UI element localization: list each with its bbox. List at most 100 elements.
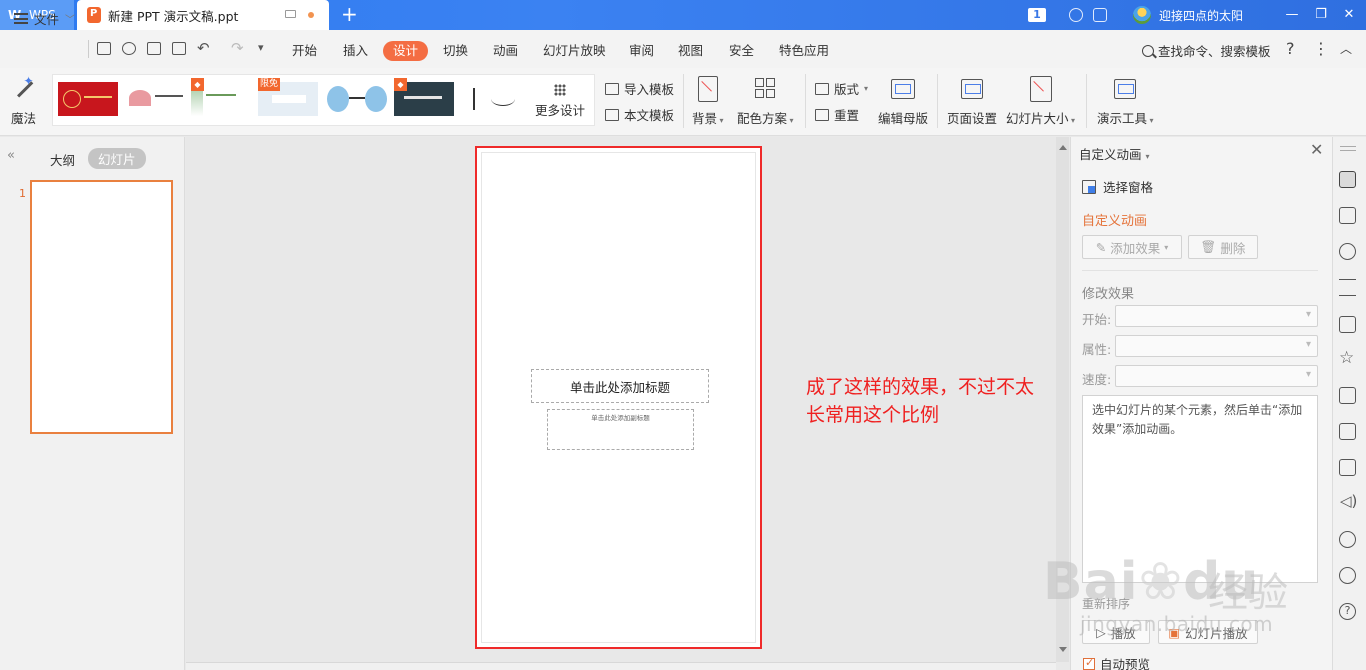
start-select[interactable] <box>1115 305 1318 327</box>
user-account[interactable]: 迎接四点的太阳 <box>1133 0 1243 30</box>
file-menu-label: 文件 <box>34 12 60 27</box>
picture-icon[interactable] <box>1339 316 1356 333</box>
section-title: 自定义动画 <box>1082 214 1148 229</box>
save-icon[interactable] <box>97 42 111 55</box>
caret-icon: ▾ <box>717 116 724 125</box>
more-designs-button[interactable]: 更多设计 <box>535 84 585 119</box>
tab-special-apps[interactable]: 特色应用 <box>779 41 829 61</box>
sync-icon[interactable] <box>1069 8 1083 22</box>
help-icon[interactable]: ? <box>1286 39 1295 58</box>
archive-icon[interactable] <box>1339 387 1356 404</box>
more-design-label: 更多设计 <box>535 103 586 118</box>
scroll-up-icon[interactable] <box>1059 145 1067 150</box>
minimize-icon[interactable]: — <box>1284 7 1300 22</box>
template-thumb[interactable] <box>327 82 387 116</box>
slide-size-button[interactable]: 幻灯片大小 ▾ <box>1006 76 1075 127</box>
page-count-badge[interactable]: 1 <box>1028 0 1046 30</box>
tab-design[interactable]: 设计 <box>383 41 429 61</box>
divider <box>937 74 938 128</box>
page-setup-button[interactable]: 页面设置 <box>947 76 997 127</box>
tab-slides[interactable]: 幻灯片 <box>88 148 146 169</box>
avatar <box>1133 6 1151 24</box>
document-tab[interactable]: 新建 PPT 演示文稿.ppt <box>77 0 329 30</box>
delete-button[interactable]: 🗑 删除 <box>1188 235 1258 259</box>
command-search[interactable]: 查找命令、搜索模板 <box>1142 41 1271 60</box>
quick-access-dropdown-icon[interactable]: ▾ <box>258 41 264 54</box>
grid-icon <box>554 84 566 96</box>
history-icon[interactable] <box>1339 567 1356 584</box>
layout-button[interactable]: 版式 ▾ <box>815 79 868 98</box>
properties-icon[interactable] <box>1339 279 1356 296</box>
image-icon[interactable] <box>1339 459 1356 476</box>
title-placeholder[interactable]: 单击此处添加标题 <box>531 369 709 403</box>
import-icon <box>605 82 619 95</box>
circle-decoration <box>327 86 349 112</box>
auto-preview-checkbox[interactable]: 自动预览 <box>1083 654 1150 670</box>
close-icon[interactable]: ✕ <box>1310 140 1323 159</box>
this-template-button[interactable]: 本文模板 <box>605 105 674 124</box>
tab-review[interactable]: 审阅 <box>629 41 654 61</box>
tab-security[interactable]: 安全 <box>729 41 754 61</box>
tab-transition[interactable]: 切换 <box>443 41 468 61</box>
slide-thumbnail[interactable] <box>30 180 173 434</box>
template-thumb[interactable]: ◆ <box>394 78 454 116</box>
scroll-down-icon[interactable] <box>1059 647 1067 652</box>
close-window-icon[interactable]: ✕ <box>1341 7 1357 22</box>
restore-icon[interactable]: ❐ <box>1313 7 1329 22</box>
tab-view[interactable]: 视图 <box>678 41 703 61</box>
audio-icon[interactable]: ◁) <box>1340 492 1357 510</box>
monitor-icon[interactable] <box>285 10 296 18</box>
auto-preview-label: 自动预览 <box>1100 657 1151 670</box>
redo-icon[interactable]: ↷ <box>231 39 244 57</box>
tab-insert[interactable]: 插入 <box>343 41 368 61</box>
slide-size-icon <box>1029 76 1052 102</box>
decoration <box>155 95 183 97</box>
collapse-panel-icon[interactable]: « <box>7 148 15 163</box>
template-thumb[interactable] <box>463 82 523 116</box>
color-scheme-button[interactable]: 配色方案 ▾ <box>737 76 794 127</box>
divider <box>805 74 806 128</box>
new-tab-button[interactable]: + <box>341 4 358 24</box>
tab-start[interactable]: 开始 <box>292 41 317 61</box>
skin-icon[interactable] <box>1093 8 1107 22</box>
slide-transition-icon[interactable] <box>1339 207 1356 224</box>
print-icon[interactable] <box>147 42 161 55</box>
tab-animation[interactable]: 动画 <box>493 41 518 61</box>
collapse-ribbon-icon[interactable]: ︿ <box>1340 40 1352 57</box>
present-tools-button[interactable]: 演示工具 ▾ <box>1097 76 1154 127</box>
property-select[interactable] <box>1115 335 1318 357</box>
edit-master-button[interactable]: 编辑母版 <box>878 76 928 127</box>
print-preview-icon[interactable] <box>172 42 186 55</box>
subtitle-placeholder[interactable]: 单击此处添加副标题 <box>547 409 694 450</box>
import-template-button[interactable]: 导入模板 <box>605 79 674 98</box>
reset-label: 重置 <box>834 108 860 123</box>
template-thumb[interactable]: ◆ <box>191 78 251 116</box>
cloud-icon[interactable] <box>122 42 136 55</box>
shield-icon[interactable] <box>1339 531 1356 548</box>
more-icon[interactable]: ⋮ <box>1313 39 1329 58</box>
grip-icon[interactable] <box>1340 146 1356 151</box>
tab-outline[interactable]: 大纲 <box>50 150 75 169</box>
help-circle-icon[interactable]: ? <box>1339 603 1356 620</box>
caret-icon: ▾ <box>787 116 794 125</box>
caret-icon: ▾ <box>1145 152 1150 161</box>
selection-pane-button[interactable]: 选择窗格 <box>1082 177 1153 196</box>
page-setup-icon <box>961 79 983 99</box>
template-thumb[interactable]: 限免 <box>258 78 318 116</box>
caret-icon: ▾ <box>1164 242 1169 252</box>
speed-select[interactable] <box>1115 365 1318 387</box>
background-button[interactable]: 背景 ▾ <box>692 76 724 127</box>
star-icon[interactable]: ☆ <box>1339 348 1354 368</box>
reset-button[interactable]: 重置 <box>815 105 859 124</box>
share-icon[interactable] <box>1339 423 1356 440</box>
magic-button[interactable]: 魔法 <box>11 74 36 127</box>
template-thumb[interactable] <box>58 82 118 116</box>
add-effect-button[interactable]: ✎ 添加效果 ▾ <box>1082 235 1182 259</box>
tab-slideshow[interactable]: 幻灯片放映 <box>543 41 606 61</box>
file-menu[interactable]: 文件 ﹀ <box>14 9 75 28</box>
custom-animation-icon[interactable] <box>1339 171 1356 188</box>
undo-icon[interactable]: ↶ <box>197 39 210 57</box>
pane-header[interactable]: 自定义动画 ▾ <box>1079 144 1150 163</box>
shapes-icon[interactable] <box>1339 243 1356 260</box>
template-thumb[interactable] <box>127 82 187 116</box>
